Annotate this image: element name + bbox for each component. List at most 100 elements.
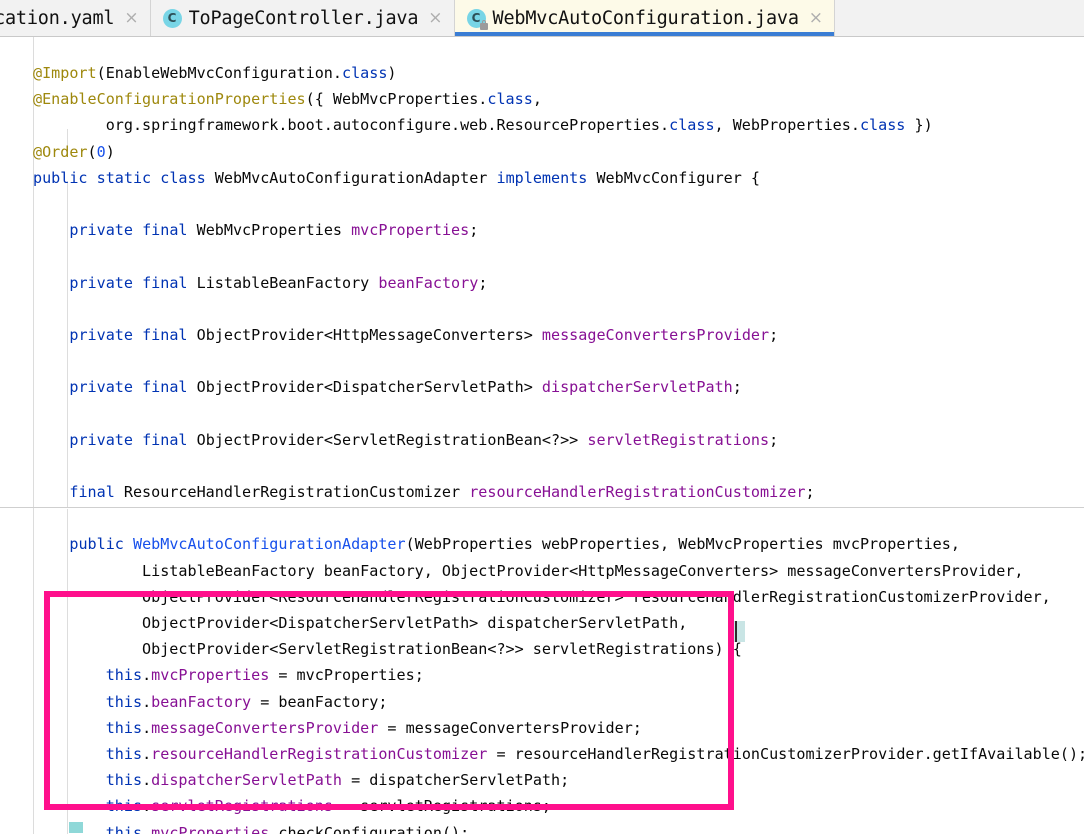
code-token: }) (905, 116, 933, 135)
code-token: public (69, 535, 124, 554)
code-line[interactable]: private final WebMvcProperties mvcProper… (33, 217, 1084, 243)
code-token: ) (105, 142, 115, 161)
close-icon[interactable]: × (124, 9, 138, 27)
code-line[interactable]: public WebMvcAutoConfigurationAdapter(We… (33, 531, 1084, 557)
code-token: static (96, 168, 152, 187)
code-token: ) (387, 64, 397, 83)
code-line[interactable]: private final ListableBeanFactory beanFa… (33, 270, 1084, 296)
code-token: = dispatcherServletPath; (342, 771, 570, 790)
code-token: org.springframework.boot.autoconfigure.w… (33, 116, 670, 135)
code-token: ; (805, 483, 815, 502)
code-token: this (105, 692, 143, 711)
code-token: ObjectProvider<ServletRegistrationBean<?… (187, 430, 588, 449)
editor-tab-webmvcautoconfiguration[interactable]: C WebMvcAutoConfiguration.java × (454, 0, 836, 36)
code-token: ; (769, 325, 779, 344)
code-token: ListableBeanFactory (187, 273, 379, 292)
code-token: ; (769, 430, 779, 449)
code-line[interactable]: ListableBeanFactory beanFactory, ObjectP… (33, 558, 1084, 584)
code-line[interactable]: private final ObjectProvider<HttpMessage… (33, 322, 1084, 348)
code-line[interactable]: private final ObjectProvider<ServletRegi… (33, 427, 1084, 453)
code-line[interactable]: org.springframework.boot.autoconfigure.w… (33, 112, 1084, 138)
code-token: ; (732, 378, 742, 397)
code-token: dispatcherServletPath (541, 378, 733, 397)
code-token: private (69, 221, 133, 240)
code-line[interactable]: ObjectProvider<ResourceHandlerRegistrati… (33, 584, 1084, 610)
editor-tab-yaml[interactable]: cation.yaml × (0, 0, 151, 36)
code-line[interactable]: this.beanFactory = beanFactory; (33, 689, 1084, 715)
code-line[interactable] (33, 505, 1084, 531)
class-icon: C (162, 8, 182, 28)
text-caret (735, 621, 737, 642)
code-line[interactable]: this.servletRegistrations = servletRegis… (33, 793, 1084, 819)
code-token: this (105, 797, 143, 816)
code-line[interactable] (33, 296, 1084, 322)
class-locked-icon: C (466, 8, 488, 30)
code-token: final (142, 325, 188, 344)
code-token: WebMvcProperties (187, 221, 352, 240)
code-token: dispatcherServletPath (151, 771, 342, 790)
code-token: = servletRegistrations; (332, 797, 551, 816)
code-line[interactable] (33, 348, 1084, 374)
code-line[interactable] (33, 401, 1084, 427)
code-token: , (532, 90, 542, 109)
code-token: resourceHandlerRegistrationCustomizer (469, 483, 806, 502)
code-token: class (669, 116, 715, 135)
code-line[interactable]: ObjectProvider<ServletRegistrationBean<?… (33, 636, 1084, 662)
code-line[interactable] (33, 191, 1084, 217)
code-token: mvcProperties (351, 221, 470, 240)
code-line[interactable]: this.dispatcherServletPath = dispatcherS… (33, 767, 1084, 793)
code-line[interactable]: this.resourceHandlerRegistrationCustomiz… (33, 741, 1084, 767)
editor-tab-topagecontroller[interactable]: C ToPageController.java × (150, 0, 455, 36)
code-token: ({ WebMvcProperties. (305, 90, 488, 109)
code-token: WebMvcAutoConfigurationAdapter (205, 168, 497, 187)
code-token: ObjectProvider<DispatcherServletPath> (187, 378, 542, 397)
close-icon[interactable]: × (428, 9, 442, 27)
code-token: = messageConvertersProvider; (378, 718, 642, 737)
code-token: . (142, 823, 152, 834)
code-token: @Order (33, 142, 88, 161)
code-line[interactable]: @EnableConfigurationProperties({ WebMvcP… (33, 86, 1084, 112)
code-token: mvcProperties (151, 823, 270, 834)
code-line[interactable]: private final ObjectProvider<DispatcherS… (33, 374, 1084, 400)
code-line[interactable]: final ResourceHandlerRegistrationCustomi… (33, 479, 1084, 505)
code-line[interactable] (33, 453, 1084, 479)
code-token: WebMvcAutoConfigurationAdapter (132, 535, 406, 554)
code-line[interactable]: @Order(0) (33, 139, 1084, 165)
editor-tab-label: WebMvcAutoConfiguration.java (492, 7, 799, 29)
code-token: ObjectProvider<DispatcherServletPath> di… (33, 614, 688, 633)
code-token: messageConvertersProvider (151, 718, 379, 737)
code-editor[interactable]: @Import(EnableWebMvcConfiguration.class)… (0, 37, 1084, 834)
code-line[interactable]: this.mvcProperties = mvcProperties; (33, 662, 1084, 688)
code-token: class (341, 64, 388, 83)
code-token: public (33, 168, 88, 187)
source-code[interactable]: @Import(EnableWebMvcConfiguration.class)… (0, 60, 1084, 834)
code-token: . (142, 666, 152, 685)
code-token: . (142, 718, 152, 737)
code-token: this (105, 744, 143, 763)
code-token: implements (496, 168, 588, 187)
code-token: class (487, 90, 533, 109)
code-token: private (69, 430, 133, 449)
code-line[interactable]: public static class WebMvcAutoConfigurat… (33, 165, 1084, 191)
code-line[interactable]: @Import(EnableWebMvcConfiguration.class) (33, 60, 1084, 86)
code-line[interactable] (33, 243, 1084, 269)
code-token: ObjectProvider<ServletRegistrationBean<?… (33, 640, 742, 659)
code-line[interactable]: this.messageConvertersProvider = message… (33, 715, 1084, 741)
code-line[interactable]: ObjectProvider<DispatcherServletPath> di… (33, 610, 1084, 636)
code-line[interactable]: this.mvcProperties.checkConfiguration(); (33, 820, 1084, 834)
code-token: private (69, 325, 133, 344)
code-token: final (142, 378, 188, 397)
code-token: (EnableWebMvcConfiguration. (96, 64, 342, 83)
code-token: servletRegistrations (587, 430, 770, 449)
close-icon[interactable]: × (809, 9, 823, 27)
